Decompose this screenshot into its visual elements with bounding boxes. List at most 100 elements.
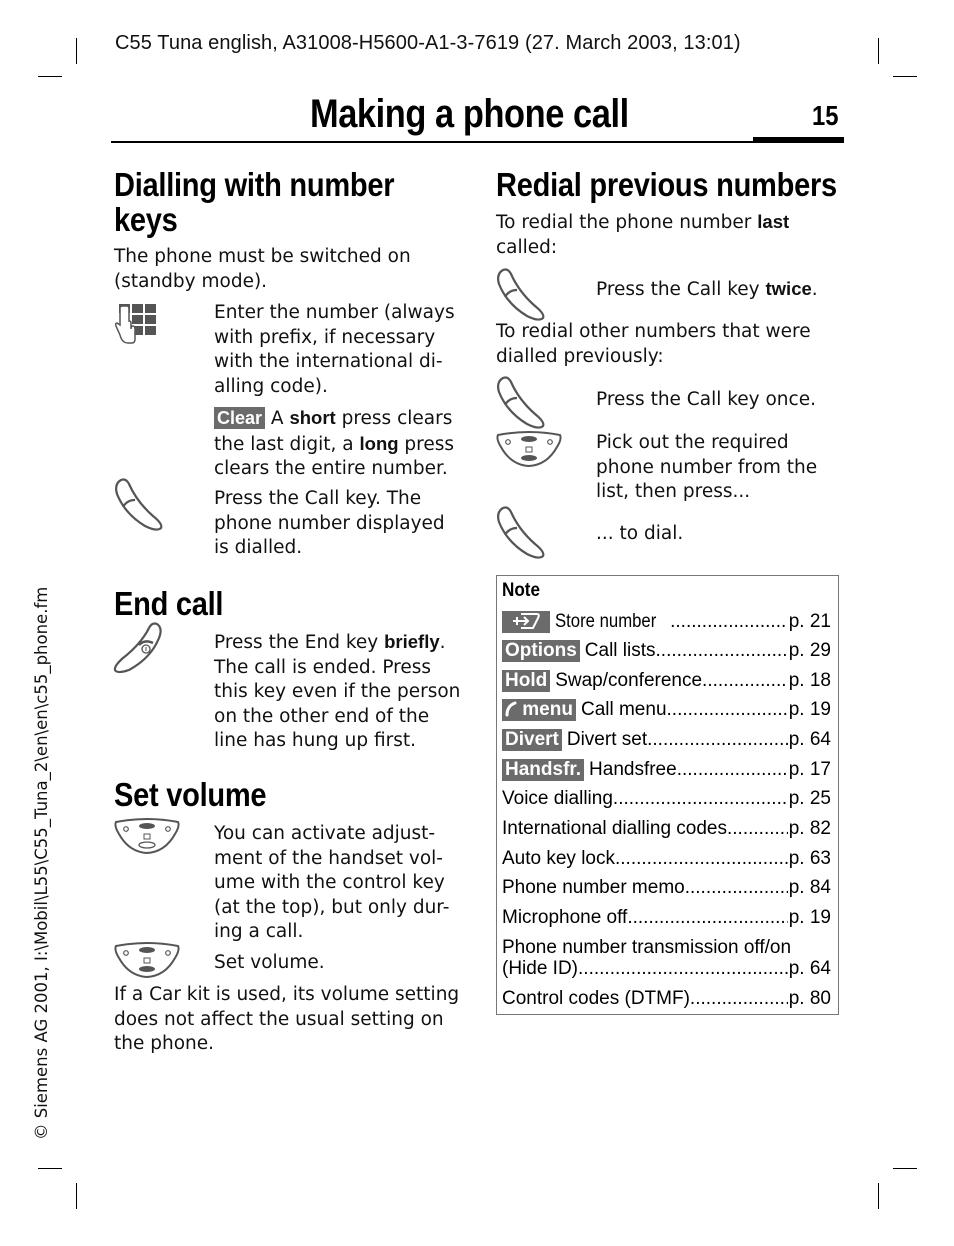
control-key-icon [496, 431, 562, 468]
leader-dots: ........................................… [615, 848, 788, 869]
copyright-margin: © Siemens AG 2001, I:\Mobil\L55\C55_Tuna… [32, 586, 51, 1140]
leader-dots: ........................................… [655, 640, 788, 661]
crop-mark [893, 76, 917, 77]
text-line: alling code). [214, 375, 328, 397]
page-ref[interactable]: p. 18 [789, 670, 831, 692]
page-ref[interactable]: p. 29 [789, 640, 831, 662]
text-line: ment of the handset vol- [214, 847, 443, 869]
note-label: Auto key lock [502, 848, 615, 869]
heading-line: keys [114, 201, 178, 238]
bold-text: last [757, 211, 790, 232]
text: press clears [335, 408, 453, 429]
crop-mark [38, 76, 62, 77]
text-line: phone number displayed [214, 512, 445, 534]
text: . [811, 279, 818, 300]
title-rule [111, 141, 844, 143]
page-ref[interactable]: p. 17 [789, 759, 831, 781]
note-row: menu Call menu .........................… [502, 699, 831, 721]
text-line: phone number from the [596, 456, 818, 478]
text-line: the phone. [114, 1033, 215, 1054]
handset-icon [505, 701, 517, 717]
text-line: Set volume. [214, 952, 325, 973]
leader-dots: ........................................… [727, 818, 788, 839]
note-row: Divert Divert set ......................… [502, 729, 831, 751]
page-ref[interactable]: p. 64 [789, 729, 831, 751]
volume-step-activate: You can activate adjust- ment of the han… [214, 822, 449, 945]
bold-text: twice [765, 278, 812, 299]
page-ref[interactable]: p. 80 [789, 988, 831, 1010]
leader-dots: ........................................… [670, 611, 788, 632]
page-ref[interactable]: p. 21 [789, 611, 831, 633]
note-label: Phone number memo [502, 877, 685, 898]
page-ref[interactable]: p. 19 [789, 699, 831, 721]
crop-mark [76, 1183, 77, 1209]
note-row: Phone number memo ......................… [502, 877, 831, 899]
page-ref[interactable]: p. 82 [789, 818, 831, 840]
dialling-intro: The phone must be switched on (standby m… [114, 245, 411, 294]
text: To redial the phone number [496, 212, 758, 233]
text-line: Press the End key briefly. [214, 630, 460, 656]
step-clear: Clear A short press clears the last digi… [214, 406, 454, 482]
section-heading-dialling: Dialling with number keys [114, 166, 395, 238]
call-key-icon [497, 376, 545, 429]
leader-dots: ........................................… [666, 699, 788, 720]
note-row: Auto key lock ..........................… [502, 848, 831, 870]
text-line: line has hung up first. [214, 730, 417, 751]
note-row: Hold Swap/conference ...................… [502, 670, 831, 692]
heading-line: Dialling with number [114, 166, 395, 203]
crop-mark [878, 38, 879, 64]
step-enter-number: Enter the number (always with prefix, if… [214, 301, 455, 399]
text-line: the last digit, a long press [214, 432, 454, 458]
redial-other-intro: To redial other numbers that were dialle… [496, 320, 811, 369]
note-label: Voice dialling [502, 788, 613, 809]
text-line: The phone must be switched on [114, 246, 411, 267]
section-heading-redial: Redial previous numbers [496, 166, 837, 203]
text-line: called: [496, 236, 558, 258]
text-line: If a Car kit is used, its volume setting [114, 984, 460, 1005]
text-line: dialled previously: [496, 345, 664, 367]
text-line: this key even if the person [214, 681, 461, 702]
page-ref[interactable]: p. 84 [789, 877, 831, 899]
bold-text: long [359, 432, 399, 454]
keypad-icon [114, 304, 156, 344]
text: A [265, 408, 290, 429]
note-label: Control codes (DTMF) [502, 988, 690, 1009]
text: . [439, 632, 446, 653]
call-key-icon [497, 506, 545, 559]
page-ref[interactable]: p. 25 [789, 788, 831, 810]
note-row: International dialling codes ...........… [502, 818, 831, 840]
page-title: Making a phone call [310, 92, 629, 136]
text: Press the Call key [596, 279, 766, 300]
crop-mark [878, 1183, 879, 1209]
store-icon [513, 613, 540, 629]
leader-dots: ........................................… [702, 670, 788, 691]
text-line: with the international di- [214, 351, 443, 372]
note-box: Note Store number ......................… [496, 575, 839, 1015]
text-line: The call is ended. Press [214, 656, 432, 678]
note-label: Phone number transmission off/on [502, 937, 792, 958]
step-press-call: Press the Call key. The phone number dis… [214, 487, 445, 561]
call-key-icon [115, 478, 163, 531]
end-key-icon [113, 622, 162, 674]
page-ref[interactable]: p. 63 [789, 848, 831, 870]
text: the last digit, a [214, 433, 360, 455]
text-line: You can activate adjust- [214, 823, 436, 844]
end-call-text: Press the End key briefly. The call is e… [214, 630, 460, 754]
crop-mark [38, 1168, 62, 1169]
note-label: Divert set [566, 729, 648, 750]
volume-step-set: Set volume. [214, 951, 325, 976]
page-ref[interactable]: p. 64 [789, 958, 831, 980]
leader-dots: ........................................… [689, 988, 788, 1009]
document-info: C55 Tuna english, A31008-H5600-A1-3-7619… [115, 32, 741, 54]
note-label: Store number [555, 611, 657, 632]
page-ref[interactable]: p. 19 [789, 907, 831, 929]
page-number-rule [753, 137, 844, 143]
text-line: Press the Call key. The [214, 488, 422, 509]
note-row: Store number ...........................… [502, 611, 831, 633]
leader-dots: ........................................… [612, 788, 788, 809]
store-softkey [502, 611, 550, 633]
leader-dots: ........................................… [676, 759, 788, 780]
redial-step-dial: ... to dial. [596, 523, 684, 544]
note-label: International dialling codes [502, 818, 727, 839]
text-line: To redial the phone number last [496, 210, 789, 236]
